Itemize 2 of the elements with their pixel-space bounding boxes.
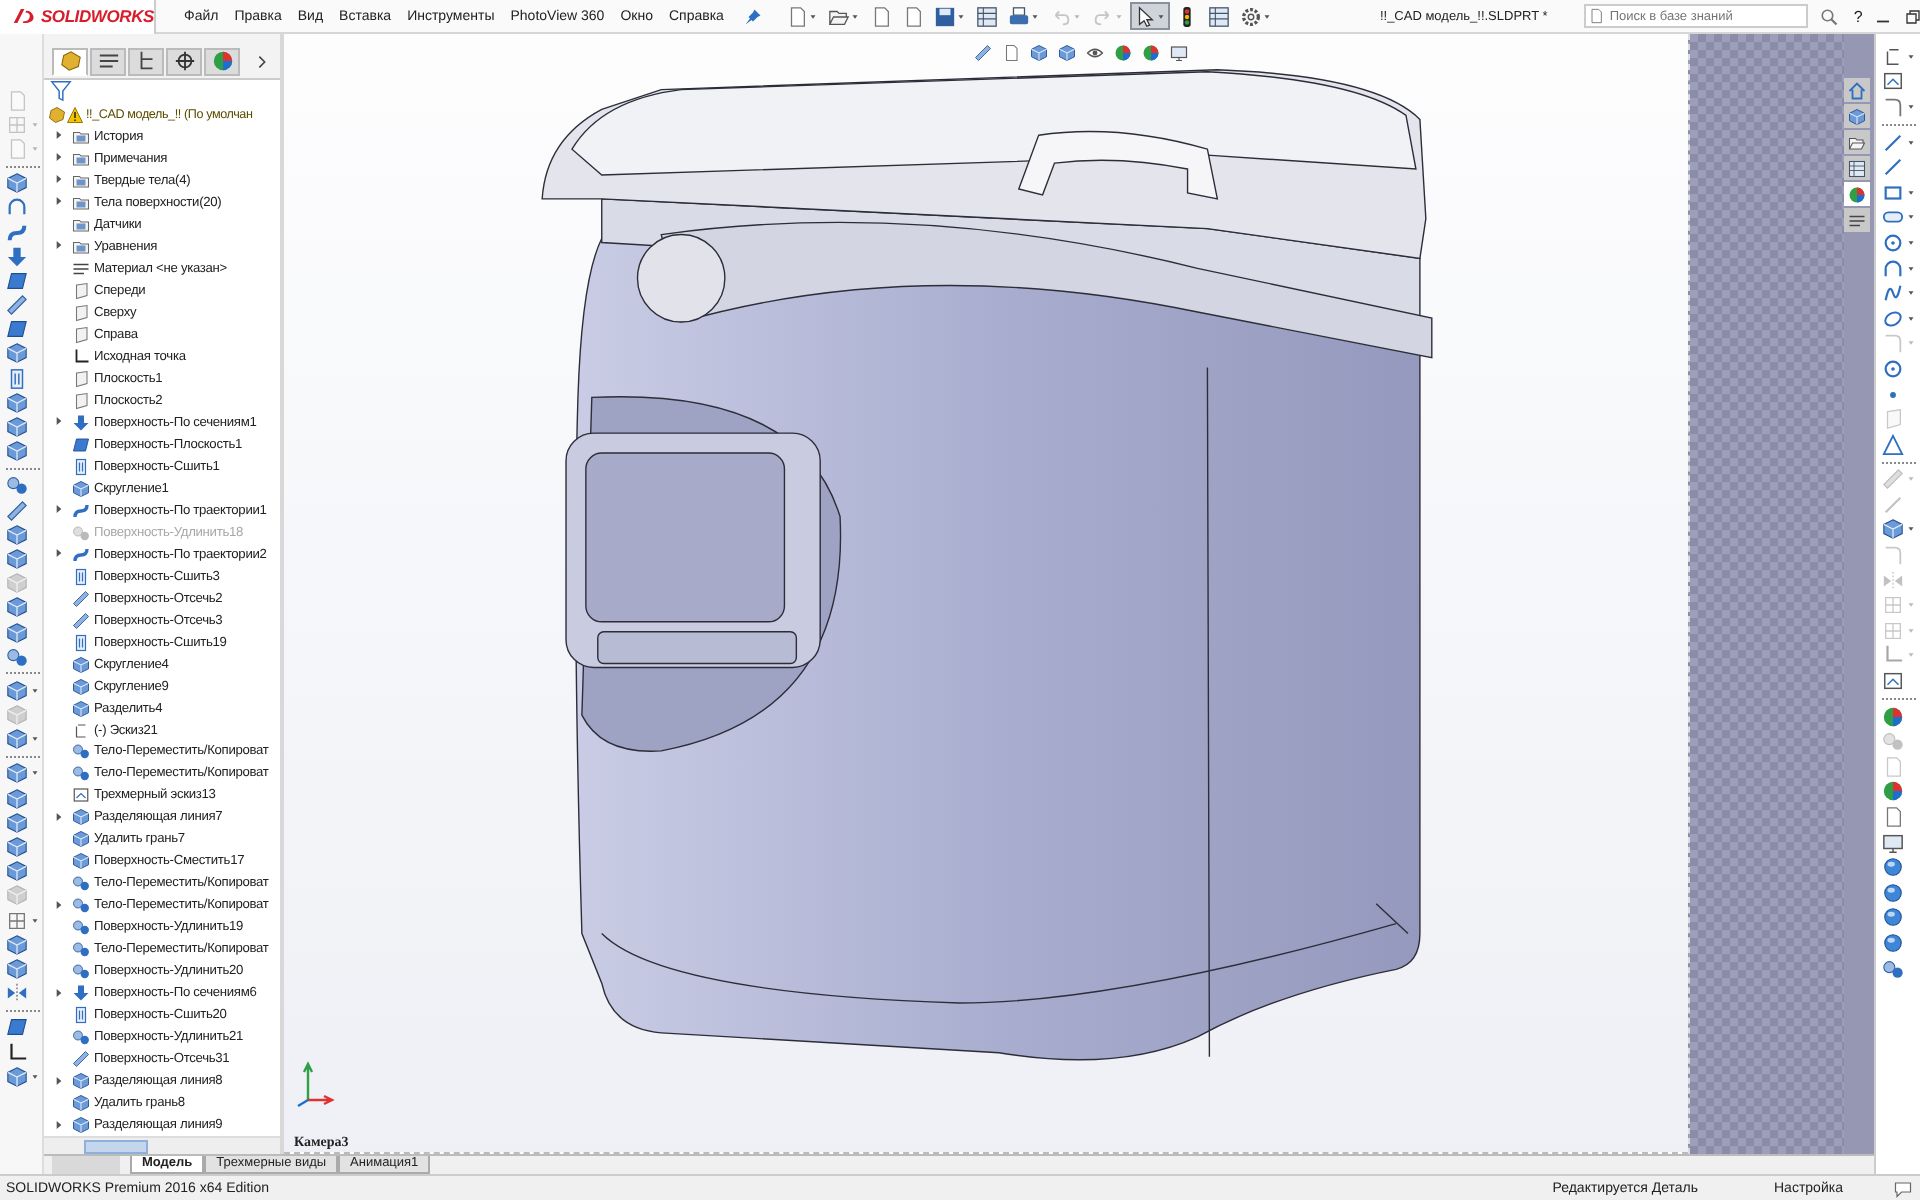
app-logo: SOLIDWORKS bbox=[0, 0, 156, 33]
help-button[interactable]: ? bbox=[1853, 7, 1863, 25]
